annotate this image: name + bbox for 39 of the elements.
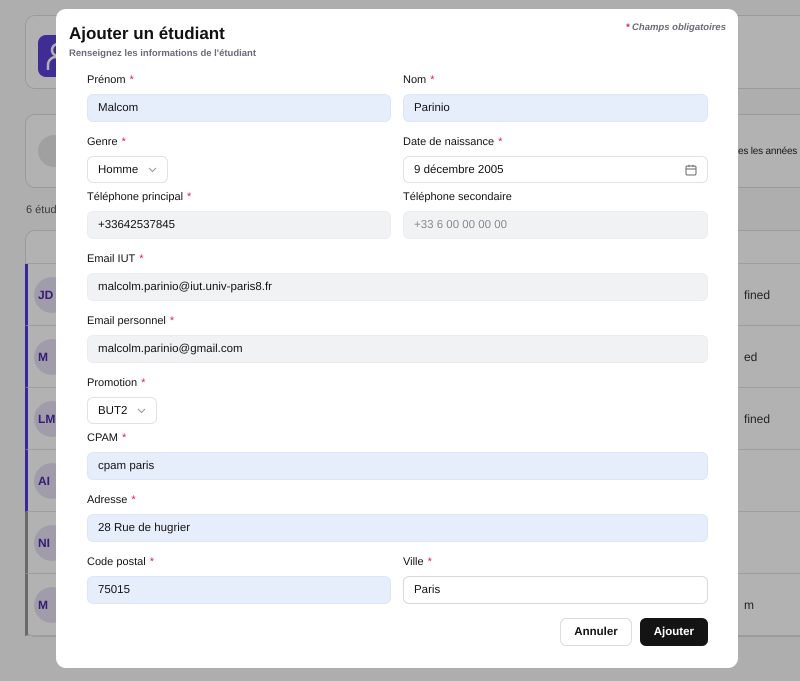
chevron-icon (137, 408, 146, 414)
field-label: Ville * (403, 555, 433, 569)
cancel-button[interactable]: Annuler (560, 618, 632, 646)
field-label: Promotion * (87, 376, 146, 390)
field-label: Téléphone secondaire (403, 190, 513, 204)
input-field[interactable]: +33642537845 (87, 211, 391, 239)
field-label: Prénom * (87, 73, 135, 87)
select-field[interactable]: BUT2 (87, 397, 158, 424)
dialog-subtitle: Renseignez les informations de l'étudiant (69, 48, 256, 59)
input-field[interactable]: malcolm.parinio@gmail.com (87, 335, 708, 363)
table-cell: fined (744, 288, 770, 302)
input-field[interactable]: cpam paris (87, 452, 708, 480)
field-label: Email personnel * (87, 314, 176, 328)
required-note: * Champs obligatoires (626, 22, 726, 35)
field-label: Téléphone principal * (87, 190, 192, 204)
submit-button[interactable]: Ajouter (640, 618, 708, 646)
field-label: Adresse * (87, 493, 137, 507)
field-label: CPAM * (87, 431, 128, 445)
student-count: 6 étud (26, 204, 58, 218)
table-cell: ed (744, 350, 758, 364)
calendar-icon (685, 164, 697, 176)
dialog-title: Ajouter un étudiant (69, 24, 226, 44)
field-label: Code postal * (87, 555, 155, 569)
input-field[interactable]: Paris (403, 576, 708, 604)
input-field[interactable]: 28 Rue de hugrier (87, 514, 708, 542)
select-field[interactable]: Homme (87, 156, 168, 183)
input-field[interactable]: Malcom (87, 94, 391, 122)
date-field[interactable]: 9 décembre 2005 (403, 156, 708, 183)
field-label: Email IUT * (87, 252, 145, 266)
year-filter[interactable]: es les années (738, 146, 798, 156)
input-field[interactable]: Parinio (403, 94, 708, 122)
input-field[interactable]: malcolm.parinio@iut.univ-paris8.fr (87, 273, 708, 301)
field-label: Date de naissance * (403, 135, 504, 149)
table-cell: fined (744, 412, 770, 426)
table-cell: m (744, 598, 754, 612)
chevron-icon (148, 166, 158, 172)
field-label: Nom * (403, 73, 436, 87)
field-label: Genre * (87, 135, 127, 149)
input-field[interactable]: 75015 (87, 576, 391, 604)
